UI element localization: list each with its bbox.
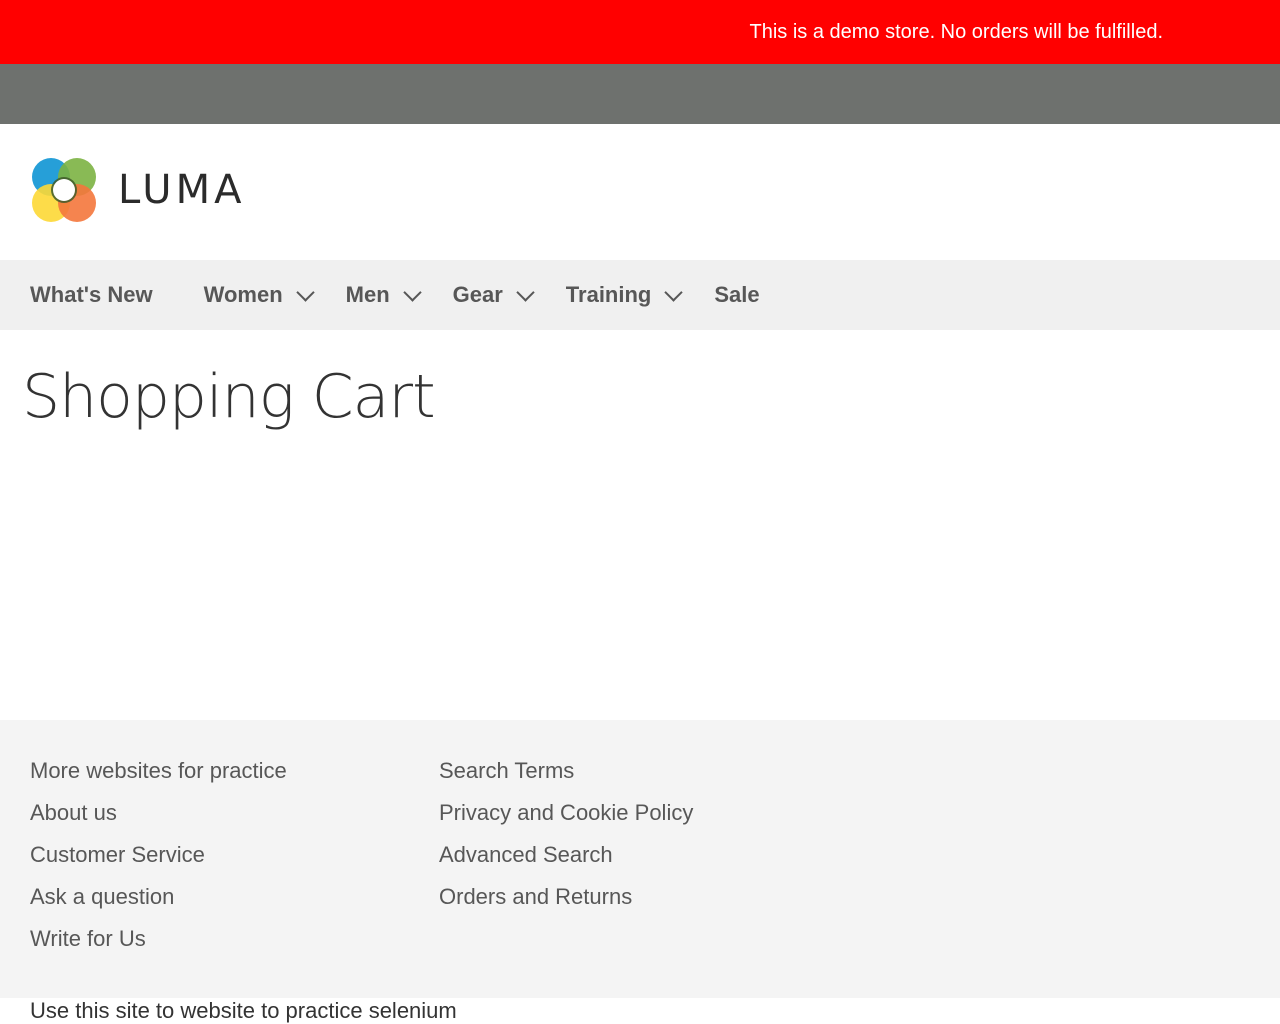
footer-link[interactable]: About us [30,792,287,834]
footer-link[interactable]: Search Terms [439,750,693,792]
demo-notice-bar: This is a demo store. No orders will be … [0,0,1280,64]
header-panel [0,64,1280,124]
demo-notice-text: This is a demo store. No orders will be … [749,21,1164,43]
page-footer: More websites for practice About us Cust… [0,720,1280,998]
footer-link[interactable]: More websites for practice [30,750,287,792]
chevron-down-icon [664,282,684,302]
footer-link[interactable]: Write for Us [30,918,287,960]
footer-links-column-2: Search Terms Privacy and Cookie Policy A… [439,750,693,918]
logo-text: LUMA [118,167,246,213]
nav-item-label: Training [565,282,652,307]
logo-link[interactable]: LUMA [30,156,245,224]
header-content: LUMA [0,124,1280,260]
nav-item-label: Women [203,282,283,307]
page-title: Shopping Cart [22,362,436,432]
luma-logo-icon [32,158,96,222]
main-navigation: What's New Women Men Gear Training Sale [0,260,1280,330]
nav-item-sale[interactable]: Sale [714,282,759,308]
footer-link[interactable]: Advanced Search [439,834,693,876]
nav-item-whats-new[interactable]: What's New [30,282,153,308]
nav-item-women[interactable]: Women [203,282,315,308]
nav-item-label: Sale [714,282,760,307]
chevron-down-icon [402,282,422,302]
nav-item-label: What's New [30,282,153,307]
footer-link[interactable]: Customer Service [30,834,287,876]
chevron-down-icon [516,282,535,302]
footer-note: Use this site to website to practice sel… [30,998,457,1023]
footer-links-column-1: More websites for practice About us Cust… [30,750,287,960]
nav-item-training[interactable]: Training [565,282,684,308]
footer-link[interactable]: Orders and Returns [439,876,693,918]
chevron-down-icon [295,282,315,302]
nav-item-label: Men [345,282,390,307]
footer-link[interactable]: Ask a question [30,876,287,918]
nav-item-gear[interactable]: Gear [452,282,535,308]
footer-link[interactable]: Privacy and Cookie Policy [439,792,693,834]
nav-item-men[interactable]: Men [345,282,422,308]
nav-item-label: Gear [452,282,503,307]
